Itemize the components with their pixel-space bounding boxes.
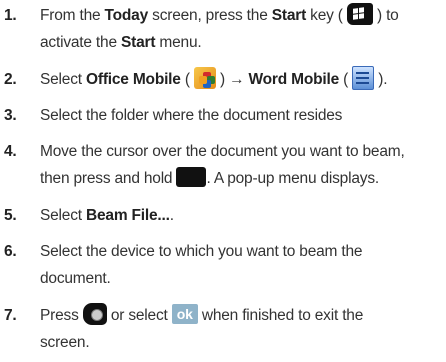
step-text: Select Office Mobile ( ) → Word Mobile (… [40,65,442,93]
step-number: 4. [4,143,17,160]
step-text: Press or select ok when finished to exit… [40,302,442,356]
windows-start-key-icon [346,2,373,25]
step-text: Select Beam File.... [40,207,174,224]
step-text: Select the device to which you want to b… [40,243,363,287]
step-text: From the Today screen, press the Start k… [40,2,442,56]
step-number: 3. [4,107,17,124]
action-key-icon [176,166,207,187]
office-mobile-icon [193,66,216,89]
word-mobile-icon [352,65,375,90]
end-key-icon [82,302,107,325]
step-text: Select the folder where the document res… [40,107,343,124]
instruction-steps: 1. From the Today screen, press the Star… [0,0,446,362]
step-number: 5. [4,207,17,224]
step-number: 6. [4,243,17,260]
step-number: 7. [4,307,17,324]
step-number: 1. [4,7,17,24]
ok-softkey-icon: ok [171,303,198,324]
step-text: Move the cursor over the document you wa… [40,143,405,187]
step-number: 2. [4,71,17,88]
